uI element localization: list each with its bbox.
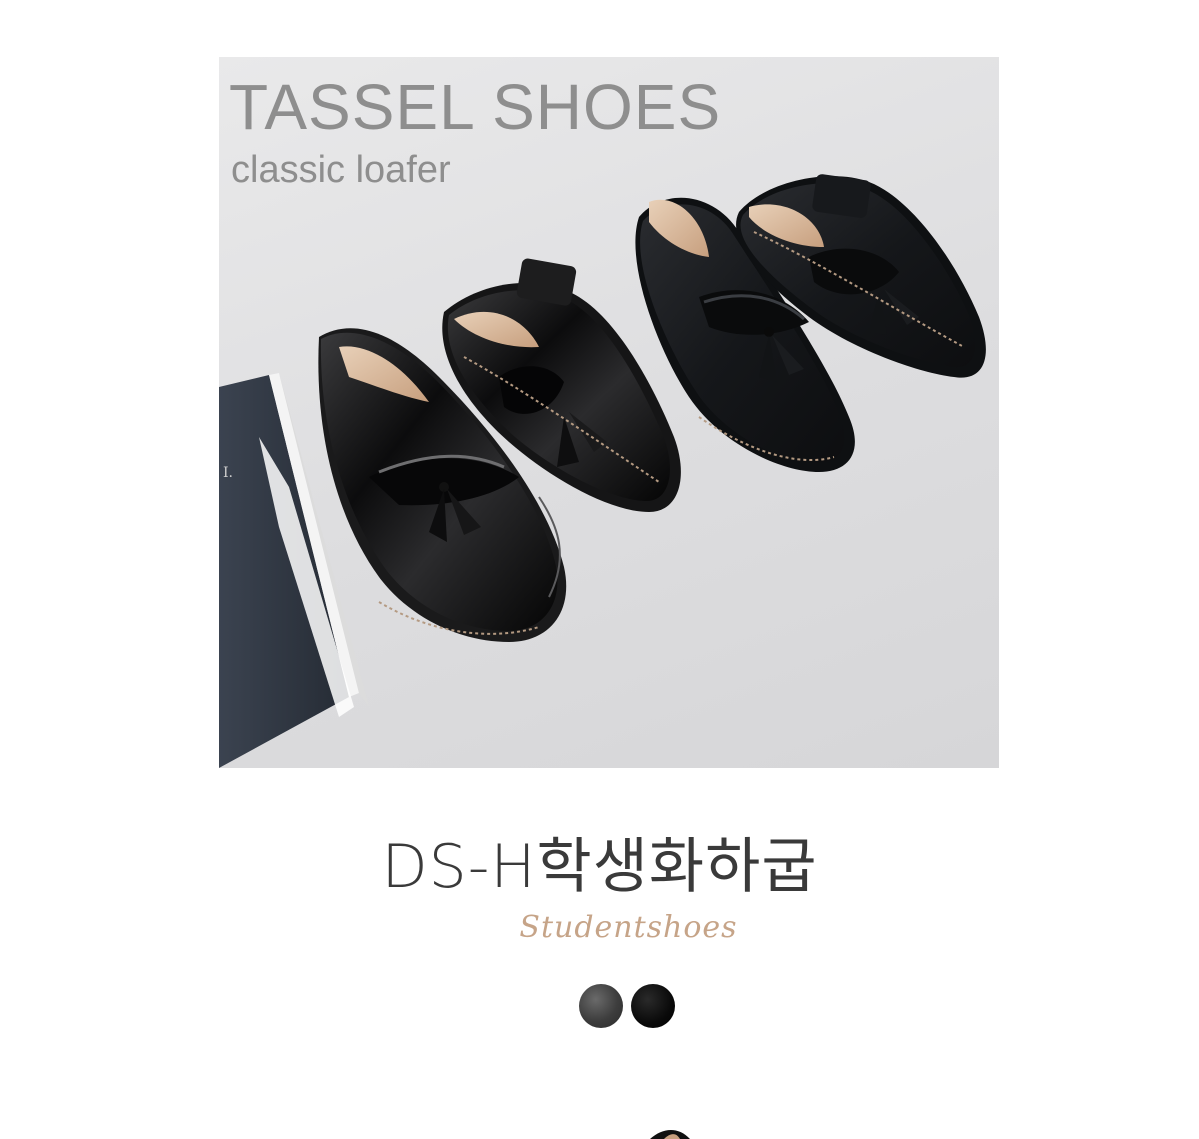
color-swatch-grey[interactable]: [579, 984, 623, 1028]
color-swatch-black[interactable]: [631, 984, 675, 1028]
next-image-peek: [650, 1129, 690, 1139]
hero-title: TASSEL SHOES: [229, 71, 722, 143]
hero-subtitle: classic loafer: [231, 149, 451, 191]
product-script-subtitle: Studentshoes: [519, 910, 738, 945]
hero-banner-image: I. TASSEL SHOES classic loafer: [219, 57, 999, 768]
svg-text:I.: I.: [223, 465, 233, 481]
color-swatch-list: [579, 984, 679, 1028]
product-name: DS-H학생화하굽: [381, 832, 818, 902]
